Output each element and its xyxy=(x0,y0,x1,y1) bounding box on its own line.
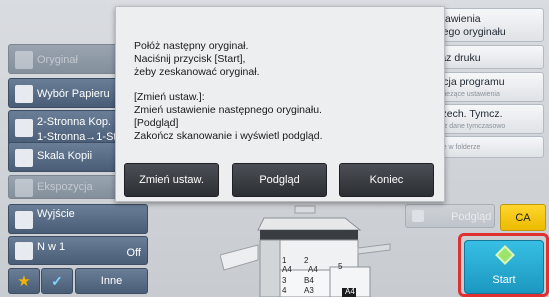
tray-1-size: A4 xyxy=(282,265,292,274)
output-button[interactable]: Wyjście xyxy=(8,204,148,234)
dialog-line-1: Połóż następny oryginał. xyxy=(134,40,249,52)
copy-ratio-icon xyxy=(15,149,33,167)
tray-2-size: A4 xyxy=(308,265,318,274)
machine-illustration: 1 A4 2 A4 3 B4 4 A3 5 A4 xyxy=(219,200,420,297)
n-up-button[interactable]: N w 1 Off xyxy=(8,236,148,265)
end-button-label: Koniec xyxy=(369,174,404,186)
other-label: Inne xyxy=(100,275,123,287)
tray-4-size: A3 xyxy=(304,286,314,295)
dialog-line-2: Naciśnij przycisk [Start], xyxy=(134,53,246,65)
start-icon xyxy=(495,245,515,265)
check-icon: ✓ xyxy=(51,272,63,289)
tray-2-number: 2 xyxy=(304,256,309,265)
output-label: Wyjście xyxy=(37,208,75,220)
paper-select-label: Wybór Papieru xyxy=(37,88,110,100)
change-settings-button[interactable]: Zmień ustaw. xyxy=(124,163,219,197)
start-label: Start xyxy=(492,274,516,286)
dialog-line-3: żeby zeskanować oryginał. xyxy=(134,66,260,78)
next-original-dialog: Połóż następny oryginał. Naciśnij przyci… xyxy=(115,6,445,202)
start-button[interactable]: Start xyxy=(464,240,544,294)
preview-button-label: Podgląd xyxy=(259,174,300,186)
tray-5-number: 5 xyxy=(338,262,343,271)
tray-3-number: 3 xyxy=(282,276,287,285)
dialog-line-7: Zakończ skanowanie i wyświetl podgląd. xyxy=(134,130,323,142)
copy-screen: Oryginał Au Wybór Papieru 2-Stronna Kop.… xyxy=(0,0,549,297)
other-button[interactable]: Inne xyxy=(75,268,148,294)
favorites-button[interactable]: ★ xyxy=(8,268,40,294)
copy-ratio-label: Skala Kopii xyxy=(37,150,93,162)
n-up-value: Off xyxy=(126,247,141,259)
dialog-line-6: [Podgląd] xyxy=(134,117,179,129)
duplex-icon xyxy=(15,119,33,137)
tray-3-size: B4 xyxy=(304,276,314,285)
dialog-line-4: [Zmień ustaw.]: xyxy=(134,91,205,103)
check-button[interactable]: ✓ xyxy=(41,268,73,294)
preview-label: Podgląd xyxy=(451,211,492,223)
paper-icon xyxy=(15,85,33,103)
duplex-label: 2-Stronna Kop. xyxy=(37,116,111,128)
preview-button[interactable]: Podgląd xyxy=(232,163,327,197)
tray-1-number: 1 xyxy=(282,256,287,265)
exposure-icon xyxy=(15,179,33,197)
n-up-icon xyxy=(15,242,33,260)
exposure-label: Ekspozycja xyxy=(37,181,93,193)
n-up-label: N w 1 xyxy=(37,241,66,253)
ca-label: CA xyxy=(515,211,531,224)
tray-4-number: 4 xyxy=(282,286,287,295)
tray-5-size: A4 xyxy=(345,287,355,296)
original-icon xyxy=(15,51,33,69)
original-label: Oryginał xyxy=(37,54,78,66)
star-icon: ★ xyxy=(17,273,31,290)
dialog-line-5: Zmień ustawienie następnego oryginału. xyxy=(134,104,322,116)
ca-button[interactable]: CA xyxy=(500,204,546,231)
change-settings-label: Zmień ustaw. xyxy=(139,174,204,186)
copier-graphic xyxy=(219,205,391,297)
output-icon xyxy=(15,211,33,229)
end-button[interactable]: Koniec xyxy=(339,163,434,197)
